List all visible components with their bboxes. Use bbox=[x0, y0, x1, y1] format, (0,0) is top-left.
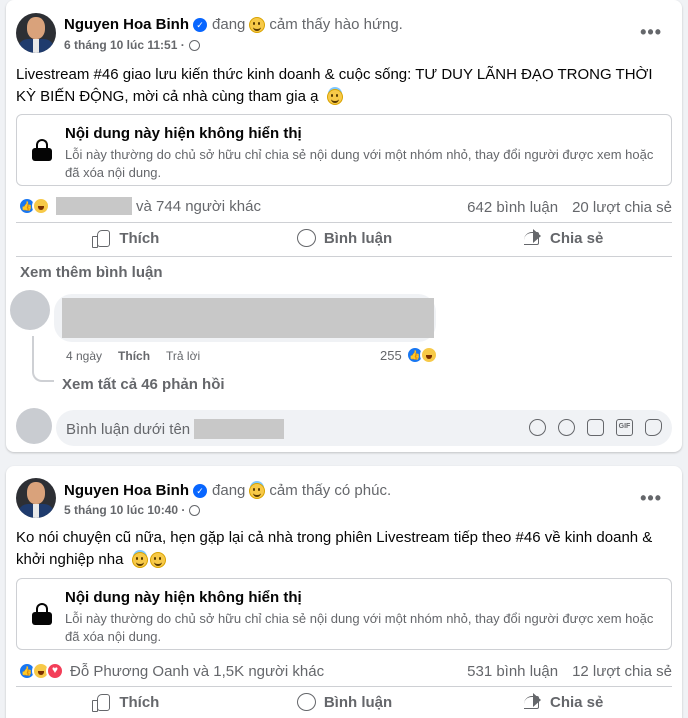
comment-reaction-count: 255 bbox=[380, 347, 402, 363]
comment-label: Bình luận bbox=[323, 229, 393, 247]
timestamp[interactable]: 6 tháng 10 lúc 11:51 · bbox=[64, 38, 185, 52]
comment-reactions[interactable]: 255 bbox=[380, 346, 438, 364]
action-bar: Thích Bình luận Chia sẻ bbox=[16, 221, 672, 255]
love-reaction-icon bbox=[46, 662, 64, 680]
avatar-sticker-icon[interactable] bbox=[529, 419, 546, 436]
post-meta: 5 tháng 10 lúc 10:40 · bbox=[64, 503, 201, 517]
smiling-emoji-icon bbox=[326, 89, 343, 106]
thread-line bbox=[32, 336, 54, 382]
action-bar: Thích Bình luận Chia sẻ bbox=[16, 685, 672, 718]
globe-icon bbox=[189, 504, 201, 516]
like-button[interactable]: Thích bbox=[16, 685, 235, 718]
comment-icon bbox=[296, 693, 316, 711]
post-header: Nguyen Hoa Binh ✓ đang cảm thấy hào hứng… bbox=[64, 16, 403, 33]
excited-emoji-icon bbox=[249, 16, 266, 33]
reaction-summary[interactable]: và 744 người khác bbox=[18, 197, 261, 215]
haha-reaction-icon bbox=[32, 197, 50, 215]
commenter-avatar[interactable] bbox=[10, 290, 50, 330]
share-label: Chia sẻ bbox=[550, 229, 604, 247]
comments-count[interactable]: 531 bình luận bbox=[467, 663, 558, 680]
post-text: Livestream #46 giao lưu kiến thức kinh d… bbox=[16, 64, 666, 108]
share-label: Chia sẻ bbox=[550, 693, 604, 711]
engagement-counts: 531 bình luận 12 lượt chia sẻ bbox=[467, 663, 672, 680]
comment-like-link[interactable]: Thích bbox=[118, 349, 150, 363]
globe-icon bbox=[188, 39, 200, 51]
shares-count[interactable]: 12 lượt chia sẻ bbox=[572, 663, 672, 680]
comment-meta: 4 ngày Thích Trả lời bbox=[66, 349, 200, 363]
unavailable-content-box: Nội dung này hiện không hiển thị Lỗi này… bbox=[16, 578, 672, 650]
author-name[interactable]: Nguyen Hoa Binh bbox=[64, 16, 189, 33]
comment-input-tools: GIF bbox=[529, 419, 662, 436]
share-icon bbox=[522, 693, 542, 711]
post-card: Nguyen Hoa Binh ✓ đang cảm thấy có phúc.… bbox=[6, 466, 682, 718]
like-label: Thích bbox=[119, 229, 160, 247]
share-button[interactable]: Chia sẻ bbox=[453, 221, 672, 255]
redacted-page-name bbox=[194, 419, 285, 439]
thumbs-up-icon bbox=[91, 693, 111, 712]
gif-icon[interactable]: GIF bbox=[616, 419, 633, 436]
redacted-name bbox=[56, 197, 132, 215]
avatar[interactable] bbox=[16, 13, 56, 53]
my-avatar[interactable] bbox=[16, 408, 52, 444]
feeling-text: cảm thấy hào hứng. bbox=[269, 16, 403, 33]
feeling-prefix: đang bbox=[212, 482, 246, 499]
view-replies-link[interactable]: Xem tất cả 46 phản hồi bbox=[62, 376, 225, 393]
comment-bubble bbox=[54, 294, 436, 342]
see-more-comments-link[interactable]: Xem thêm bình luận bbox=[20, 264, 163, 281]
post-text: Ko nói chuyện cũ nữa, hẹn gặp lại cả nhà… bbox=[16, 527, 666, 571]
party-emoji-icon bbox=[149, 552, 166, 569]
author-name[interactable]: Nguyen Hoa Binh bbox=[64, 482, 189, 499]
engagement-counts: 642 bình luận 20 lượt chia sẻ bbox=[467, 199, 672, 216]
comment-time[interactable]: 4 ngày bbox=[66, 349, 102, 363]
more-options-icon[interactable]: ••• bbox=[640, 488, 662, 509]
comment-reply-link[interactable]: Trả lời bbox=[166, 349, 200, 363]
sticker-icon[interactable] bbox=[645, 419, 662, 436]
comment-button[interactable]: Bình luận bbox=[235, 221, 454, 255]
unavailable-title: Nội dung này hiện không hiển thị bbox=[65, 125, 302, 142]
reaction-summary[interactable]: Đỗ Phương Oanh và 1,5K người khác bbox=[18, 662, 324, 680]
blessed-emoji-icon bbox=[249, 482, 266, 499]
unavailable-content-box: Nội dung này hiện không hiển thị Lỗi này… bbox=[16, 114, 672, 186]
thumbs-up-icon bbox=[91, 229, 111, 248]
avatar[interactable] bbox=[16, 478, 56, 518]
comment-label: Bình luận bbox=[323, 693, 393, 711]
lock-icon bbox=[32, 139, 52, 161]
divider bbox=[16, 256, 672, 257]
comment-button[interactable]: Bình luận bbox=[235, 685, 454, 718]
lock-icon bbox=[32, 603, 52, 625]
post-meta: 6 tháng 10 lúc 11:51 · bbox=[64, 38, 200, 52]
post-card: Nguyen Hoa Binh ✓ đang cảm thấy hào hứng… bbox=[6, 0, 682, 452]
feeling-prefix: đang bbox=[212, 16, 246, 33]
redacted-comment bbox=[62, 298, 434, 338]
shares-count[interactable]: 20 lượt chia sẻ bbox=[572, 199, 672, 216]
post-text-content: Ko nói chuyện cũ nữa, hẹn gặp lại cả nhà… bbox=[16, 529, 653, 568]
comment-icon bbox=[296, 229, 316, 247]
post-header: Nguyen Hoa Binh ✓ đang cảm thấy có phúc. bbox=[64, 482, 391, 499]
unavailable-description: Lỗi này thường do chủ sở hữu chỉ chia sẻ… bbox=[65, 147, 654, 180]
reactions-text: và 744 người khác bbox=[136, 197, 261, 215]
comment-placeholder: Bình luận dưới tên bbox=[66, 420, 191, 438]
unavailable-description: Lỗi này thường do chủ sở hữu chỉ chia sẻ… bbox=[65, 611, 654, 644]
feeling-text: cảm thấy có phúc. bbox=[269, 482, 392, 499]
smiling-emoji-icon bbox=[131, 552, 148, 569]
comments-count[interactable]: 642 bình luận bbox=[467, 199, 558, 216]
more-options-icon[interactable]: ••• bbox=[640, 22, 662, 43]
share-icon bbox=[522, 229, 542, 247]
haha-reaction-icon bbox=[419, 346, 438, 364]
emoji-icon[interactable] bbox=[558, 419, 575, 436]
share-button[interactable]: Chia sẻ bbox=[453, 685, 672, 718]
verified-badge-icon: ✓ bbox=[193, 17, 208, 32]
comment-input[interactable]: Bình luận dưới tên GIF bbox=[56, 410, 672, 446]
like-label: Thích bbox=[119, 693, 160, 711]
like-button[interactable]: Thích bbox=[16, 221, 235, 255]
unavailable-title: Nội dung này hiện không hiển thị bbox=[65, 589, 302, 606]
timestamp[interactable]: 5 tháng 10 lúc 10:40 · bbox=[64, 503, 185, 517]
camera-icon[interactable] bbox=[587, 419, 604, 436]
verified-badge-icon: ✓ bbox=[193, 483, 208, 498]
reactions-text: Đỗ Phương Oanh và 1,5K người khác bbox=[70, 662, 325, 680]
